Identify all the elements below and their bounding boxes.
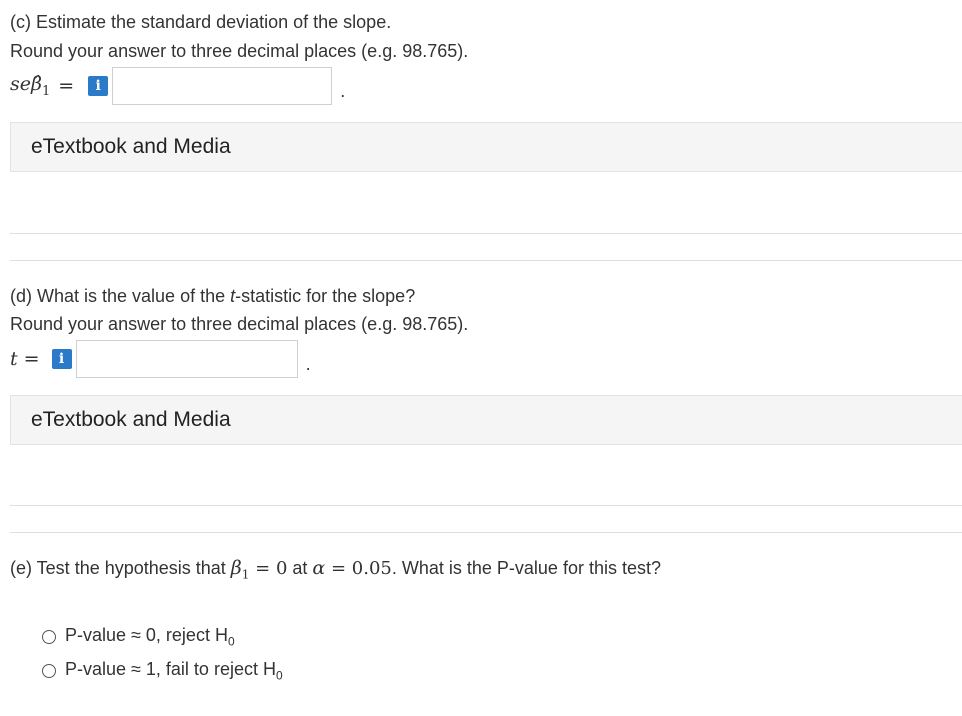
question-page: (c) Estimate the standard deviation of t… bbox=[0, 0, 962, 716]
at-word: at bbox=[287, 558, 313, 578]
option-text: P-value ≈ 0, reject H bbox=[65, 625, 228, 645]
info-icon[interactable]: i bbox=[88, 76, 109, 96]
option-label: P-value ≈ 0, reject H0 bbox=[65, 625, 235, 649]
part-c-instruction: Round your answer to three decimal place… bbox=[10, 41, 469, 61]
part-d-instruction: Round your answer to three decimal place… bbox=[10, 314, 469, 334]
part-d-question-pre: (d) What is the value of the bbox=[10, 286, 231, 306]
p-value-option-reject[interactable]: P-value ≈ 0, reject H0 bbox=[42, 625, 235, 649]
p-value-option-fail-to-reject[interactable]: P-value ≈ 1, fail to reject H0 bbox=[42, 659, 283, 683]
equals-zero: = 0 bbox=[249, 558, 288, 579]
section-divider bbox=[10, 505, 962, 506]
h-subscript: 0 bbox=[227, 634, 235, 649]
se-label: se bbox=[10, 73, 31, 96]
option-text: P-value ≈ 1, fail to reject H bbox=[65, 659, 276, 679]
slope-std-dev-input[interactable] bbox=[112, 67, 333, 105]
t-label: t bbox=[10, 348, 18, 370]
part-d-answer-row: t = i . bbox=[10, 339, 311, 379]
section-divider bbox=[10, 233, 962, 234]
trailing-period: . bbox=[305, 354, 311, 374]
beta-subscript: 1 bbox=[41, 83, 51, 99]
section-divider bbox=[10, 260, 962, 261]
part-c-question: (c) Estimate the standard deviation of t… bbox=[10, 12, 392, 32]
part-d-question: (d) What is the value of the t-statistic… bbox=[10, 284, 415, 308]
equals-sign: = bbox=[23, 348, 40, 370]
part-d-question-post: -statistic for the slope? bbox=[235, 286, 416, 306]
alpha-symbol: α bbox=[312, 557, 326, 579]
section-divider bbox=[10, 532, 962, 533]
beta-hat-symbol: β̂ bbox=[31, 73, 42, 96]
info-icon[interactable]: i bbox=[51, 349, 72, 369]
alpha-value: = 0.05 bbox=[325, 558, 392, 579]
beta-symbol: β bbox=[230, 557, 242, 579]
radio-button[interactable] bbox=[42, 663, 56, 678]
part-e-question: (e) Test the hypothesis that β1 = 0 at α… bbox=[10, 556, 661, 587]
part-e-question-pre: (e) Test the hypothesis that bbox=[10, 558, 231, 578]
t-statistic-input[interactable] bbox=[75, 340, 298, 378]
trailing-period: . bbox=[340, 81, 346, 101]
option-label: P-value ≈ 1, fail to reject H0 bbox=[65, 659, 283, 683]
h-subscript: 0 bbox=[275, 668, 283, 683]
part-e-question-post: . What is the P-value for this test? bbox=[391, 558, 661, 578]
etextbook-media-button[interactable]: eTextbook and Media bbox=[10, 122, 962, 172]
radio-button[interactable] bbox=[42, 629, 56, 644]
part-c-lhs: seβ̂1 bbox=[10, 73, 50, 99]
equals-sign: = bbox=[58, 75, 75, 97]
part-c-answer-row: seβ̂1 = i . bbox=[10, 66, 345, 106]
etextbook-media-button[interactable]: eTextbook and Media bbox=[10, 395, 962, 445]
